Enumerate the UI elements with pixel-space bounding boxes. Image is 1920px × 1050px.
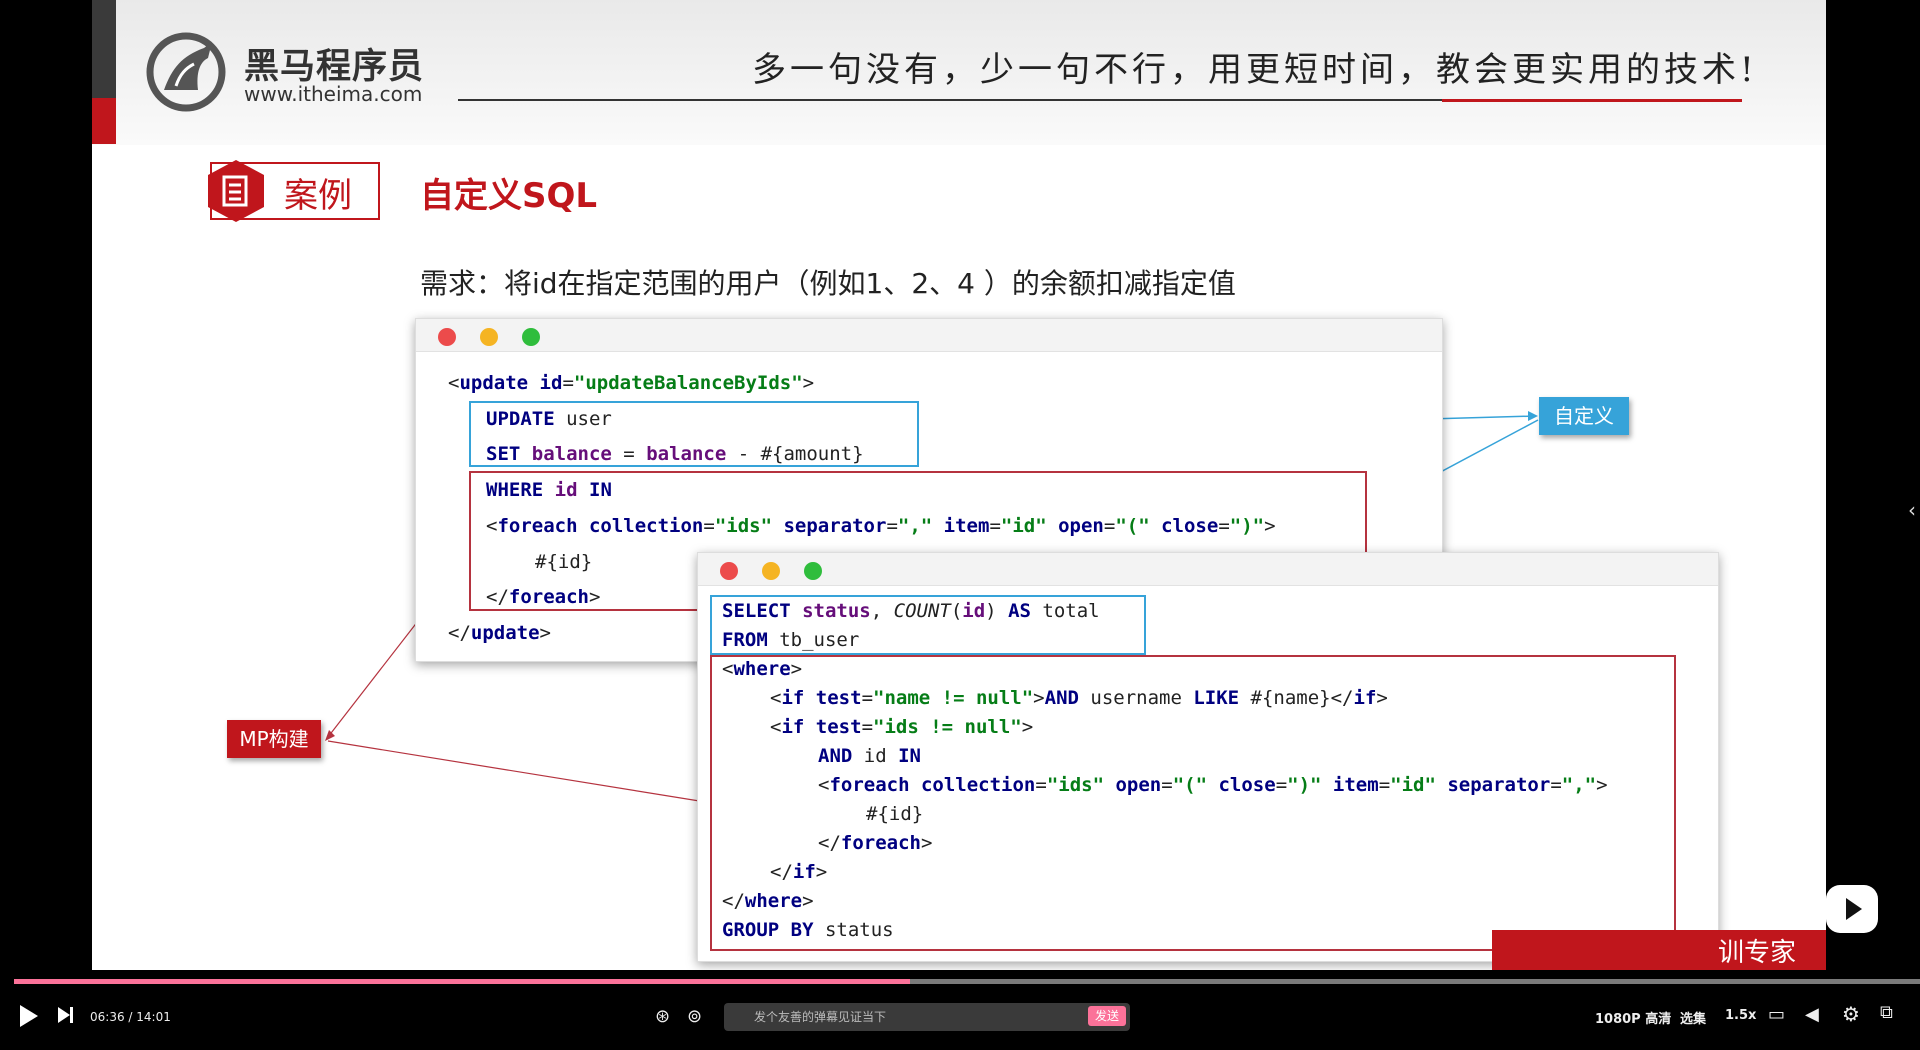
code-window-query: SELECT status, COUNT(id) AS total FROM t… [697,552,1719,962]
left-black-area [0,0,92,975]
danmaku-input[interactable]: 发个友善的弹幕见证当下 [724,1003,1130,1031]
next-icon[interactable] [58,1007,70,1023]
slide: 黑马程序员 www.itheima.com 多一句没有，少一句不行，用更短时间，… [92,0,1826,970]
danmaku-toggle-icon[interactable]: ⊛ [655,1006,670,1027]
right-black-area: ‹ [1826,0,1920,975]
mp-build-tag: MP构建 [227,720,321,758]
custom-tag: 自定义 [1539,397,1629,435]
play-icon[interactable] [20,1005,38,1027]
progress-fill [14,979,910,984]
minimize-dot-icon [480,328,498,346]
mp-sql-highlight [710,655,1676,951]
minimize-dot-icon [762,562,780,580]
next-icon-bar [70,1007,73,1023]
volume-icon[interactable]: ◀ [1805,1004,1819,1025]
player-controls: 06:36 / 14:01 ⊛ ⊚ 发个友善的弹幕见证当下 发送 1080P 高… [0,990,1920,1050]
close-dot-icon [720,562,738,580]
chevron-left-icon[interactable]: ‹ [1908,498,1916,522]
pip-icon[interactable]: ⧉ [1880,1002,1893,1023]
quality-button[interactable]: 1080P 高清 [1595,1008,1671,1027]
close-dot-icon [438,328,456,346]
settings-gear-icon[interactable]: ⚙ [1842,1002,1860,1026]
episodes-button[interactable]: 选集 [1680,1008,1706,1027]
custom-sql-highlight [469,401,919,467]
maximize-dot-icon [522,328,540,346]
window-titlebar [698,553,1718,586]
code-line: <update id="updateBalanceByIds"> [448,372,815,394]
subtitle-icon[interactable]: ▭ [1768,1004,1785,1025]
custom-sql-highlight [710,595,1146,655]
window-titlebar [416,319,1442,352]
speed-button[interactable]: 1.5x [1725,1008,1756,1023]
danmaku-settings-icon[interactable]: ⊚ [687,1006,702,1027]
bilibili-tv-icon[interactable] [1826,885,1878,933]
time-display: 06:36 / 14:01 [90,1010,171,1024]
footer-text: 训专家 [1718,938,1797,968]
maximize-dot-icon [804,562,822,580]
send-button[interactable]: 发送 [1088,1006,1126,1026]
code-line: </update> [448,622,551,644]
